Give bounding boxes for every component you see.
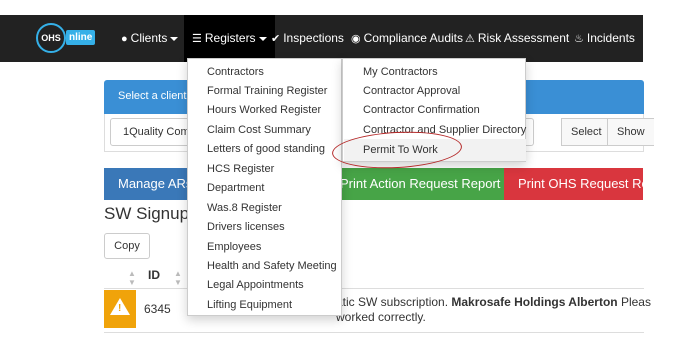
menu-item-my-contractors[interactable]: My Contractors bbox=[363, 63, 438, 82]
chevron-down-icon bbox=[258, 36, 267, 41]
print-ohs-request-button[interactable]: Print OHS Request Rep bbox=[504, 168, 643, 200]
section-title: SW Signup bbox=[104, 204, 190, 223]
list-icon: ☰ bbox=[192, 33, 202, 45]
sort-icon[interactable]: ▲ ▼ bbox=[128, 269, 136, 287]
print-action-request-button[interactable]: Print Action Request Report bbox=[340, 168, 504, 200]
client-select[interactable]: 1Quality Com bbox=[110, 118, 190, 146]
chevron-down-icon bbox=[170, 36, 179, 41]
warning-icon: ⚠ bbox=[465, 33, 475, 45]
nav-inspections[interactable]: ✔ Inspections bbox=[271, 15, 344, 62]
nav-inspections-label: Inspections bbox=[283, 31, 344, 45]
copy-button[interactable]: Copy bbox=[104, 233, 150, 259]
manage-ars-button[interactable]: Manage ARs bbox=[104, 168, 187, 200]
user-icon: ● bbox=[121, 33, 128, 45]
nav-clients-label: Clients bbox=[130, 31, 168, 45]
menu-item-letters-of-good-standing[interactable]: Letters of good standing bbox=[207, 140, 325, 159]
nav-registers[interactable]: ☰ Registers bbox=[184, 15, 275, 62]
menu-item-was8-register[interactable]: Was.8 Register bbox=[207, 199, 282, 218]
nav-compliance-label: Compliance Audits bbox=[363, 31, 463, 45]
row-text-company: Makrosafe Holdings Alberton bbox=[451, 295, 618, 309]
logo-circle: OHS bbox=[36, 23, 66, 53]
row-description: atic SW subscription. Makrosafe Holdings… bbox=[336, 295, 651, 309]
nav-incidents-label: Incidents bbox=[586, 31, 635, 45]
fire-icon: ♨ bbox=[574, 33, 584, 45]
eye-icon: ◉ bbox=[351, 33, 361, 45]
nav-compliance-audits[interactable]: ◉ Compliance Audits bbox=[351, 15, 463, 62]
menu-item-hcs-register[interactable]: HCS Register bbox=[207, 160, 274, 179]
nav-registers-label: Registers bbox=[204, 31, 256, 45]
menu-item-hours-worked-register[interactable]: Hours Worked Register bbox=[207, 101, 321, 120]
menu-item-contractors[interactable]: Contractors bbox=[207, 63, 264, 82]
logo-word: nline bbox=[66, 30, 96, 45]
menu-item-claim-cost-summary[interactable]: Claim Cost Summary bbox=[207, 121, 311, 140]
nav-clients[interactable]: ● Clients bbox=[121, 15, 179, 62]
ohs-logo[interactable]: OHS nline bbox=[36, 23, 106, 53]
row-text-suffix: Pleas bbox=[617, 295, 651, 309]
nav-incidents[interactable]: ♨ Incidents bbox=[574, 15, 635, 62]
menu-item-department[interactable]: Department bbox=[207, 179, 264, 198]
table-divider bbox=[104, 332, 644, 333]
nav-risk-assessment[interactable]: ⚠ Risk Assessment bbox=[465, 15, 569, 62]
menu-item-legal-appointments[interactable]: Legal Appointments bbox=[207, 276, 304, 295]
registers-dropdown: Contractors Formal Training Register Hou… bbox=[187, 58, 342, 316]
warning-cell: ! bbox=[104, 290, 136, 328]
menu-item-drivers-licenses[interactable]: Drivers licenses bbox=[207, 218, 285, 237]
checkmark-icon: ✔ bbox=[271, 33, 281, 45]
row-text-prefix: atic SW subscription. bbox=[336, 295, 452, 309]
sort-icon[interactable]: ▲ ▼ bbox=[174, 269, 182, 287]
id-column-header[interactable]: ID bbox=[148, 268, 160, 282]
menu-item-formal-training-register[interactable]: Formal Training Register bbox=[207, 82, 327, 101]
top-navbar: OHS nline ● Clients ☰ Registers ✔ Inspectio… bbox=[0, 15, 643, 62]
show-button[interactable]: Show bbox=[607, 118, 654, 146]
menu-item-contractor-confirmation[interactable]: Contractor Confirmation bbox=[363, 101, 480, 120]
menu-item-employees[interactable]: Employees bbox=[207, 238, 261, 257]
menu-item-contractor-approval[interactable]: Contractor Approval bbox=[363, 82, 460, 101]
warning-exclamation-icon: ! bbox=[118, 303, 122, 314]
menu-item-lifting-equipment[interactable]: Lifting Equipment bbox=[207, 296, 292, 315]
row-id: 6345 bbox=[144, 302, 171, 316]
menu-item-health-and-safety-meeting[interactable]: Health and Safety Meeting bbox=[207, 257, 337, 276]
client-panel-title: Select a client bbox=[118, 90, 187, 102]
table-divider bbox=[104, 288, 644, 289]
nav-risk-label: Risk Assessment bbox=[477, 31, 570, 45]
select-button[interactable]: Select bbox=[561, 118, 612, 146]
